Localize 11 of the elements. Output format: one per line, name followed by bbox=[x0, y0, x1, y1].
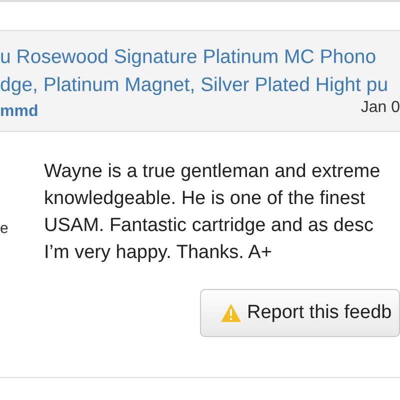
feedback-date: Jan 0 bbox=[360, 99, 400, 117]
feedback-text: USAM. Fantastic cartridge and as desc bbox=[44, 214, 374, 238]
feedback-text: Wayne is a true gentleman and extreme bbox=[44, 160, 382, 184]
author-link[interactable]: mmd bbox=[0, 103, 38, 121]
report-button[interactable]: Report this feedb bbox=[200, 289, 400, 337]
listing-title-link[interactable]: dge, Platinum Magnet, Silver Plated Hight pu bbox=[0, 71, 400, 99]
feedback-text: I’m very happy. Thanks. A+ bbox=[44, 241, 273, 265]
feedback-text: knowledgeable. He is one of the finest bbox=[44, 187, 366, 211]
listing-title-link[interactable]: u Rosewood Signature Platinum MC Phono bbox=[0, 43, 400, 71]
side-label: e bbox=[0, 220, 8, 237]
warning-icon bbox=[221, 304, 241, 322]
